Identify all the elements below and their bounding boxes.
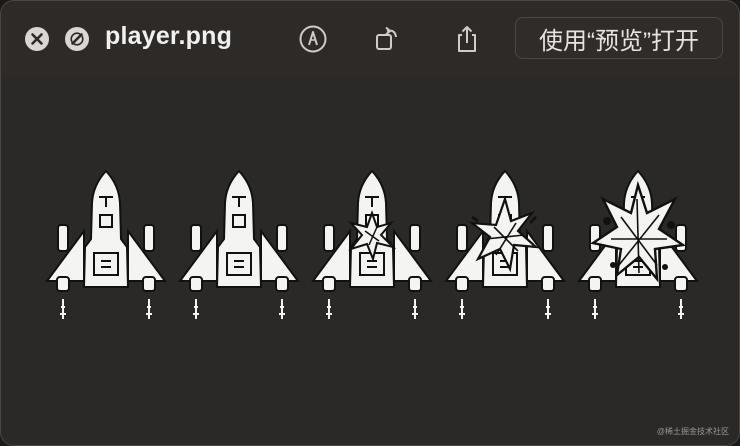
open-with-preview-button[interactable]: 使用“预览”打开 <box>515 17 723 59</box>
fullscreen-icon <box>70 32 84 46</box>
sprite-frame-4 <box>445 170 565 320</box>
rotate-button[interactable] <box>369 21 405 57</box>
sprite-frame-2 <box>179 170 299 320</box>
close-icon <box>31 33 43 45</box>
toolbar: player.png 使用“预览”打开 <box>1 1 739 77</box>
sprite-sheet-image <box>46 170 698 320</box>
sprite-frame-5 <box>578 170 698 320</box>
share-button[interactable] <box>449 21 485 57</box>
markup-button[interactable] <box>295 21 331 57</box>
window-title: player.png <box>105 22 233 50</box>
image-preview-area: @稀土掘金技术社区 <box>1 77 739 445</box>
fullscreen-button[interactable] <box>65 27 89 51</box>
sprite-frame-3 <box>312 170 432 320</box>
close-button[interactable] <box>25 27 49 51</box>
rotate-icon <box>376 26 397 50</box>
quicklook-window: player.png 使用“预览”打开 @稀土掘金技术社区 <box>0 0 740 446</box>
sprite-frame-1 <box>46 170 166 320</box>
watermark: @稀土掘金技术社区 <box>656 427 729 436</box>
markup-pen-icon <box>299 25 327 53</box>
share-icon <box>458 26 476 52</box>
